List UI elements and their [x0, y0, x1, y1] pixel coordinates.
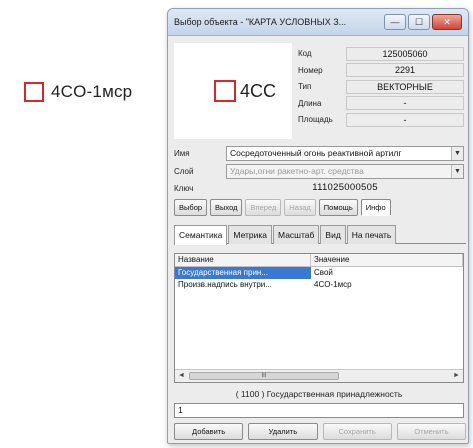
attr-value: 125005060 — [346, 46, 464, 61]
name-row: Имя Сосредоточенный огонь реактивной арт… — [174, 146, 464, 161]
key-label: Ключ — [174, 183, 194, 193]
map-sign-label: 4CO-1мср — [51, 82, 133, 101]
semantic-actions: Добавить Удалить Сохранить Отменить — [174, 423, 466, 440]
horizontal-scrollbar[interactable]: ◄ III ► — [175, 369, 463, 382]
tab-scale[interactable]: Масштаб — [273, 225, 320, 244]
close-button[interactable]: ✕ — [432, 14, 462, 30]
window-controls: — ☐ ✕ — [384, 14, 462, 30]
attr-length: Длина - — [298, 96, 464, 111]
window-title: Выбор объекта - "КАРТА УСЛОВНЫХ З... — [174, 17, 347, 27]
maximize-button[interactable]: ☐ — [408, 14, 430, 30]
action-toolbar: Выбор Выход Вперед Назад Помощь Инфо — [174, 199, 466, 216]
tab-semantics[interactable]: Семантика — [174, 225, 228, 245]
forward-button[interactable]: Вперед — [245, 199, 282, 216]
exit-button[interactable]: Выход — [210, 199, 243, 216]
cancel-button[interactable]: Отменить — [396, 423, 466, 440]
key-row: Ключ 111025000505 — [174, 181, 464, 195]
title-bar[interactable]: Выбор объекта - "КАРТА УСЛОВНЫХ З... — ☐… — [168, 9, 468, 36]
red-square-icon — [24, 82, 44, 102]
delete-button[interactable]: Удалить — [248, 423, 318, 440]
attr-label: Длина — [298, 98, 322, 108]
attr-value: ВЕКТОРНЫЕ — [346, 79, 464, 94]
attr-value: - — [346, 112, 464, 127]
layer-select[interactable]: Удары,огни ракетно-арт. средства ▼ — [226, 164, 464, 179]
object-select-dialog: Выбор объекта - "КАРТА УСЛОВНЫХ З... — ☐… — [167, 8, 469, 444]
table-row[interactable]: Государственная прин... Свой — [175, 267, 463, 279]
info-button[interactable]: Инфо — [360, 199, 391, 216]
chevron-down-icon[interactable]: ▼ — [451, 147, 463, 160]
name-select[interactable]: Сосредоточенный огонь реактивной артилг … — [226, 146, 464, 161]
tab-metrics[interactable]: Метрика — [228, 225, 273, 244]
add-button[interactable]: Добавить — [174, 423, 244, 440]
select-button[interactable]: Выбор — [174, 199, 208, 216]
preview-label: 4CC — [240, 80, 277, 101]
attr-area: Площадь - — [298, 112, 464, 127]
layer-select-value: Удары,огни ракетно-арт. средства — [230, 166, 364, 176]
column-header-name[interactable]: Название — [175, 254, 311, 266]
table-header: Название Значение — [175, 254, 463, 267]
help-button[interactable]: Помощь — [318, 199, 358, 216]
attr-code: Код 125005060 — [298, 46, 464, 61]
attr-label: Код — [298, 49, 312, 58]
object-preview: 4CC — [174, 43, 292, 139]
minimize-button[interactable]: — — [384, 14, 406, 30]
table-cell-name: Произв.надпись внутри... — [178, 280, 272, 289]
scroll-thumb[interactable]: III — [189, 372, 339, 380]
semantic-caption: ( 1100 ) Государственная принадлежность — [235, 389, 403, 399]
table-cell-value: Свой — [314, 268, 333, 277]
tab-view[interactable]: Вид — [320, 225, 346, 244]
attr-label: Площадь — [298, 115, 333, 124]
layer-row: Слой Удары,огни ракетно-арт. средства ▼ — [174, 164, 464, 179]
scroll-left-icon[interactable]: ◄ — [176, 371, 187, 381]
table-row[interactable]: Произв.надпись внутри... 4CO-1мср — [175, 279, 463, 291]
map-sign[interactable]: 4CO-1мср — [24, 82, 132, 102]
key-value: 111025000505 — [312, 182, 378, 193]
name-select-value: Сосредоточенный огонь реактивной артилг — [230, 148, 402, 158]
chevron-down-icon[interactable]: ▼ — [451, 165, 463, 178]
scroll-right-icon[interactable]: ► — [451, 371, 462, 381]
save-button[interactable]: Сохранить — [322, 423, 392, 440]
table-cell-name: Государственная прин... — [175, 267, 311, 279]
tab-bar: Семантика Метрика Масштаб Вид На печать — [174, 225, 466, 245]
back-button[interactable]: Назад — [284, 199, 316, 216]
column-header-value[interactable]: Значение — [311, 254, 463, 266]
tab-print[interactable]: На печать — [346, 225, 397, 244]
layer-label: Слой — [174, 167, 194, 176]
red-square-icon — [214, 80, 236, 102]
attr-value: - — [346, 96, 464, 110]
attr-value: 2291 — [346, 63, 464, 77]
attr-label: Тип — [298, 82, 312, 91]
object-summary: 4CC Код 125005060 Номер 2291 Тип ВЕКТОРН… — [174, 43, 464, 139]
attr-number: Номер 2291 — [298, 63, 464, 78]
semantics-table: Название Значение Государственная прин..… — [174, 253, 464, 383]
name-label: Имя — [174, 149, 190, 158]
table-cell-value: 4CO-1мср — [314, 280, 352, 289]
attr-label: Номер — [298, 65, 323, 75]
attr-type: Тип ВЕКТОРНЫЕ — [298, 79, 464, 94]
semantic-value-input[interactable]: 1 — [174, 403, 464, 418]
attributes-panel: Код 125005060 Номер 2291 Тип ВЕКТОРНЫЕ Д… — [298, 46, 464, 129]
